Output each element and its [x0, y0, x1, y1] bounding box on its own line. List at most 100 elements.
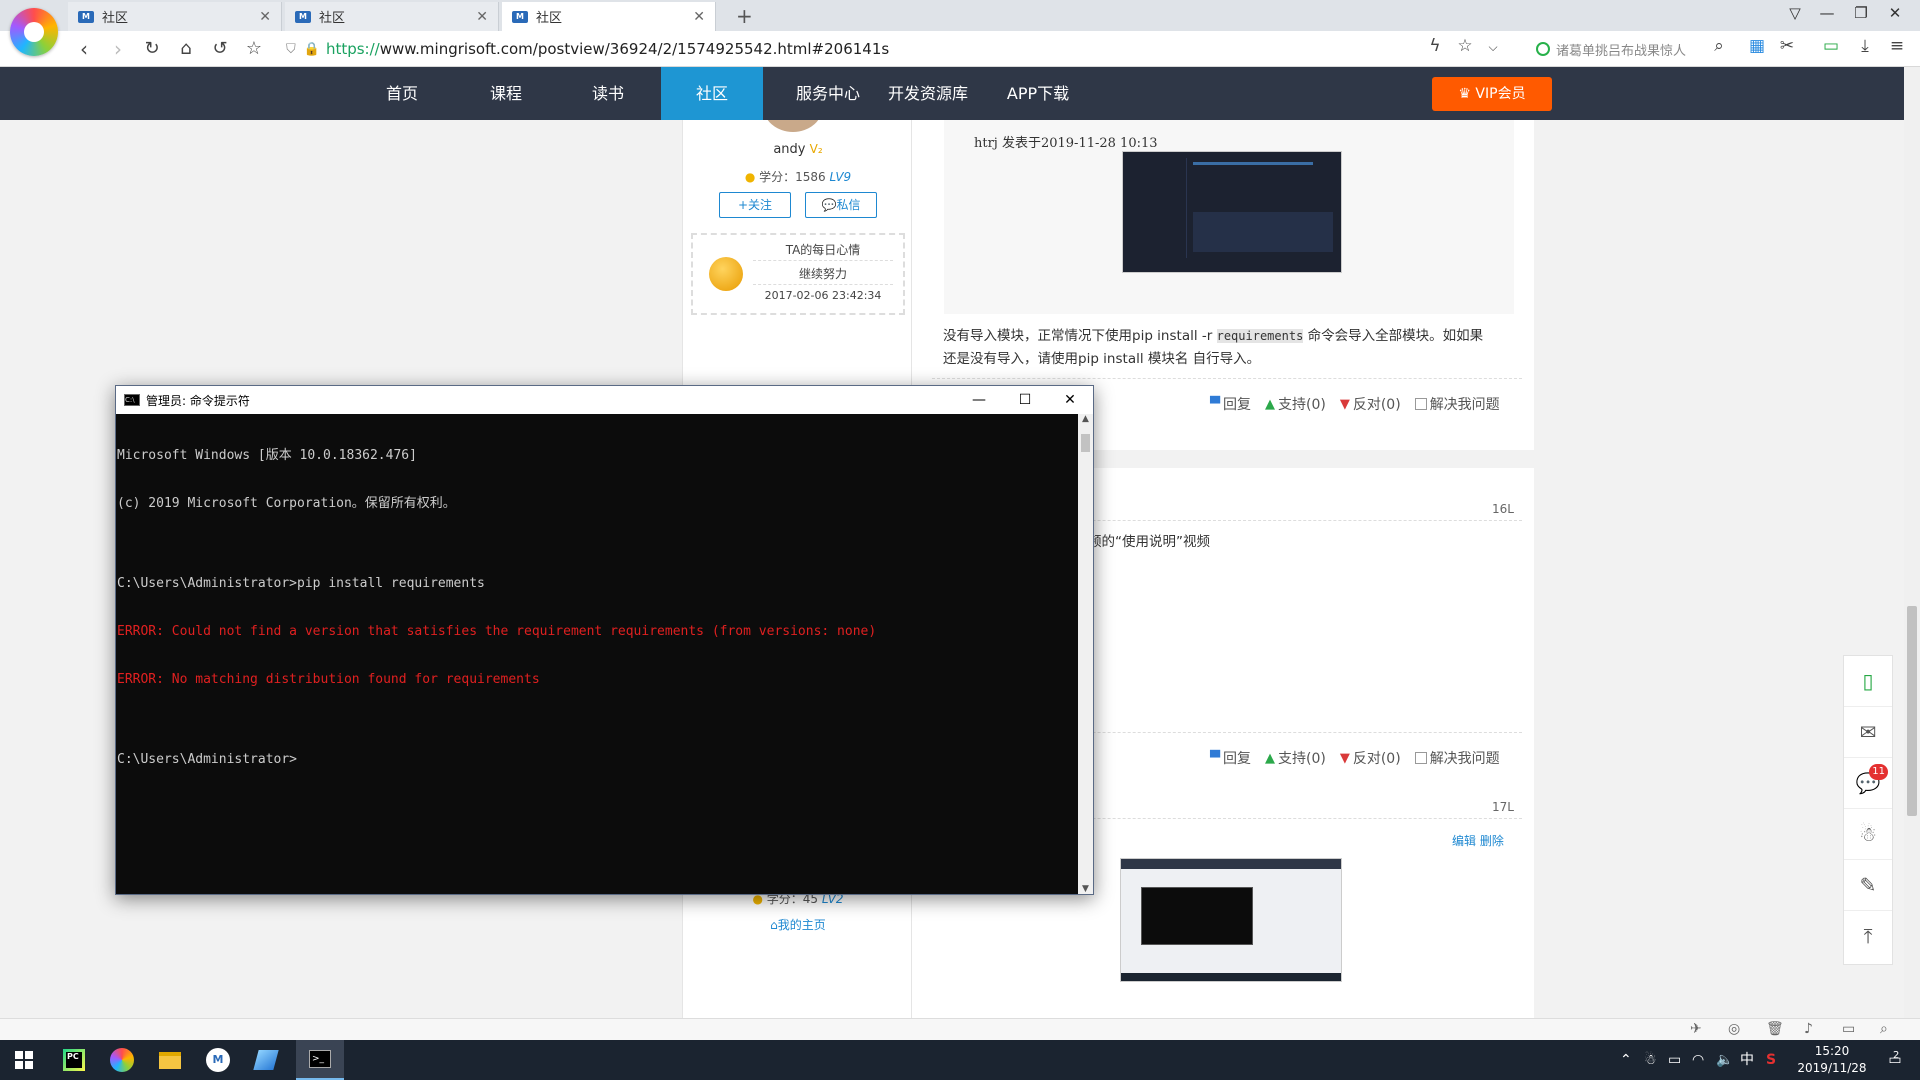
browser-tab[interactable]: M 社区 ✕ [285, 2, 499, 31]
cmd-maximize-icon[interactable]: ☐ [1002, 386, 1048, 414]
nav-app-download[interactable]: APP下载 [988, 67, 1088, 120]
action-center-icon[interactable]: ▭ 2 [1880, 1040, 1910, 1080]
back-to-top-icon[interactable]: ⤒ [1844, 911, 1892, 962]
url-field[interactable]: ⛉ 🔒 https://www.mingrisoft.com/postview/… [286, 35, 1506, 63]
cmd-console[interactable]: Microsoft Windows [版本 10.0.18362.476] (c… [116, 414, 1078, 894]
window-icon[interactable]: ▭ [1842, 1021, 1855, 1037]
minimize-icon[interactable]: — [1812, 4, 1842, 22]
mail-icon[interactable]: ✉ [1844, 707, 1892, 758]
nav-home[interactable]: 首页 [372, 67, 432, 120]
undo-close-icon[interactable]: ↺ [206, 37, 234, 61]
battery-icon[interactable]: ▭ [1818, 36, 1844, 56]
oppose-button[interactable]: ▼ 反对(0) [1340, 394, 1401, 414]
page-scrollbar-thumb[interactable] [1907, 606, 1917, 816]
reload-icon[interactable]: ↻ [138, 37, 166, 61]
reply-button[interactable]: ▀ 回复 [1210, 394, 1251, 414]
oppose-button[interactable]: ▼ 反对(0) [1340, 748, 1401, 768]
tab-close-icon[interactable]: ✕ [693, 9, 705, 25]
cmd-scroll-up-icon[interactable]: ▲ [1078, 414, 1093, 424]
cmd-scroll-down-icon[interactable]: ▼ [1078, 884, 1093, 894]
lightning-icon[interactable]: ϟ [1422, 36, 1448, 56]
support-button[interactable]: ▲ 支持(0) [1265, 748, 1326, 768]
message-button[interactable]: 💬私信 [805, 192, 877, 218]
post-body-b: 命令会导入全部模块。如如果 [1303, 328, 1484, 344]
cmd-titlebar[interactable]: C:\ 管理员: 命令提示符 [116, 386, 1093, 414]
ime-indicator[interactable]: 中 [1740, 1040, 1754, 1080]
close-icon[interactable]: ✕ [1880, 4, 1910, 22]
edit-icon[interactable]: ✎ [1844, 860, 1892, 911]
new-tab-icon[interactable]: + [736, 4, 753, 28]
author-name[interactable]: andy [773, 142, 805, 157]
forward-icon[interactable]: › [104, 37, 132, 61]
sound-icon[interactable]: ♪ [1804, 1021, 1813, 1037]
chat-icon[interactable]: 💬 11 [1844, 758, 1892, 809]
console-prompt-line[interactable]: C:\Users\Administrator> [117, 752, 1077, 768]
favorite-star-icon[interactable]: ☆ [1452, 36, 1478, 56]
home-label: 我的主页 [777, 918, 826, 932]
solved-checkbox[interactable]: 解决我问题 [1414, 748, 1500, 768]
file-explorer-icon[interactable] [146, 1040, 194, 1080]
battery-tray-icon[interactable]: ▭ [1668, 1040, 1681, 1080]
follow-button[interactable]: +关注 [719, 192, 791, 218]
nav-books[interactable]: 读书 [578, 67, 638, 120]
menu-icon[interactable]: ≡ [1884, 36, 1910, 56]
scissors-icon[interactable]: ✂ [1774, 36, 1800, 56]
nav-courses[interactable]: 课程 [476, 67, 536, 120]
cmd-scrollbar[interactable]: ▲ ▼ [1078, 414, 1093, 894]
avatar[interactable] [763, 120, 823, 132]
browser-logo-icon[interactable] [10, 8, 58, 56]
chat-icon: 💬 [821, 198, 837, 212]
nav-community[interactable]: 社区 [661, 67, 763, 120]
delete-link[interactable]: 删除 [1480, 834, 1504, 848]
cmd-scrollbar-thumb[interactable] [1081, 434, 1090, 452]
tab-close-icon[interactable]: ✕ [476, 9, 488, 25]
support-button[interactable]: ▲ 支持(0) [1265, 394, 1326, 414]
zoom-icon[interactable]: ⌕ [1880, 1021, 1888, 1037]
cmd-minimize-icon[interactable]: — [956, 386, 1002, 414]
quote-screenshot-image[interactable] [1122, 151, 1342, 273]
start-icon[interactable] [0, 1040, 48, 1080]
browser-tab[interactable]: M 社区 ✕ [68, 2, 282, 31]
mingrisoft-app-icon[interactable]: M [194, 1040, 242, 1080]
vip-button[interactable]: ♛ VIP会员 [1432, 77, 1552, 111]
sogou-ime-icon[interactable]: S [1766, 1040, 1776, 1080]
home-icon[interactable]: ⌂ [172, 37, 200, 61]
solved-checkbox[interactable]: 解决我问题 [1414, 394, 1500, 414]
accelerate-icon[interactable]: ✈ [1690, 1021, 1702, 1037]
reply-button[interactable]: ▀ 回复 [1210, 748, 1251, 768]
pycharm-icon[interactable]: PC [50, 1040, 98, 1080]
search-icon[interactable]: ⌕ [1706, 36, 1732, 56]
search-input[interactable]: 诸葛单挑吕布战果惊人 [1536, 37, 1712, 61]
skin-icon[interactable]: ▽ [1780, 4, 1810, 22]
apps-grid-icon[interactable]: ▦ [1744, 36, 1770, 56]
cmd-close-icon[interactable]: ✕ [1047, 386, 1093, 414]
nav-resources[interactable]: 开发资源库 [872, 67, 984, 120]
back-icon[interactable]: ‹ [70, 37, 98, 61]
download-icon[interactable]: ⤓ [1852, 36, 1878, 56]
browser-taskbar-icon[interactable] [98, 1040, 146, 1080]
cmd-taskbar-icon[interactable]: >_ [296, 1040, 344, 1080]
trash-icon[interactable]: 🗑 [1766, 1021, 1784, 1037]
qq-tray-icon[interactable]: ☃ [1644, 1040, 1657, 1080]
clock[interactable]: 15:20 2019/11/28 [1796, 1043, 1868, 1077]
qq-icon[interactable]: ☃ [1844, 809, 1892, 860]
notes-app-icon[interactable] [242, 1040, 290, 1080]
dropdown-chevron-icon[interactable]: ⌵ [1480, 40, 1506, 55]
cmd-window[interactable]: C:\ 管理员: 命令提示符 — ☐ ✕ Microsoft Windows [… [115, 385, 1094, 895]
browser-tab-active[interactable]: M 社区 ✕ [502, 2, 716, 31]
author2-home-link[interactable]: ⌂我的主页 [683, 916, 913, 933]
volume-icon[interactable]: 🔈 [1716, 1040, 1733, 1080]
network-icon[interactable]: ◠ [1692, 1040, 1704, 1080]
page-scrollbar[interactable] [1904, 67, 1920, 1018]
restore-icon[interactable]: ❐ [1846, 4, 1876, 22]
ie-mode-icon[interactable]: ◎ [1728, 1021, 1740, 1037]
nav-service[interactable]: 服务中心 [778, 67, 878, 120]
tab-close-icon[interactable]: ✕ [259, 9, 271, 25]
post-screenshot-image[interactable] [1120, 858, 1342, 982]
bookmark-star-icon[interactable]: ☆ [240, 37, 268, 61]
tray-expand-icon[interactable]: ⌃ [1620, 1040, 1632, 1080]
mobile-app-icon[interactable]: ▯ [1844, 656, 1892, 707]
edit-link[interactable]: 编辑 [1452, 834, 1476, 848]
post-body-a: 没有导入模块，正常情况下使用pip install -r [943, 328, 1217, 344]
mood-box: TA的每日心情 继续努力 2017-02-06 23:42:34 [691, 233, 905, 315]
